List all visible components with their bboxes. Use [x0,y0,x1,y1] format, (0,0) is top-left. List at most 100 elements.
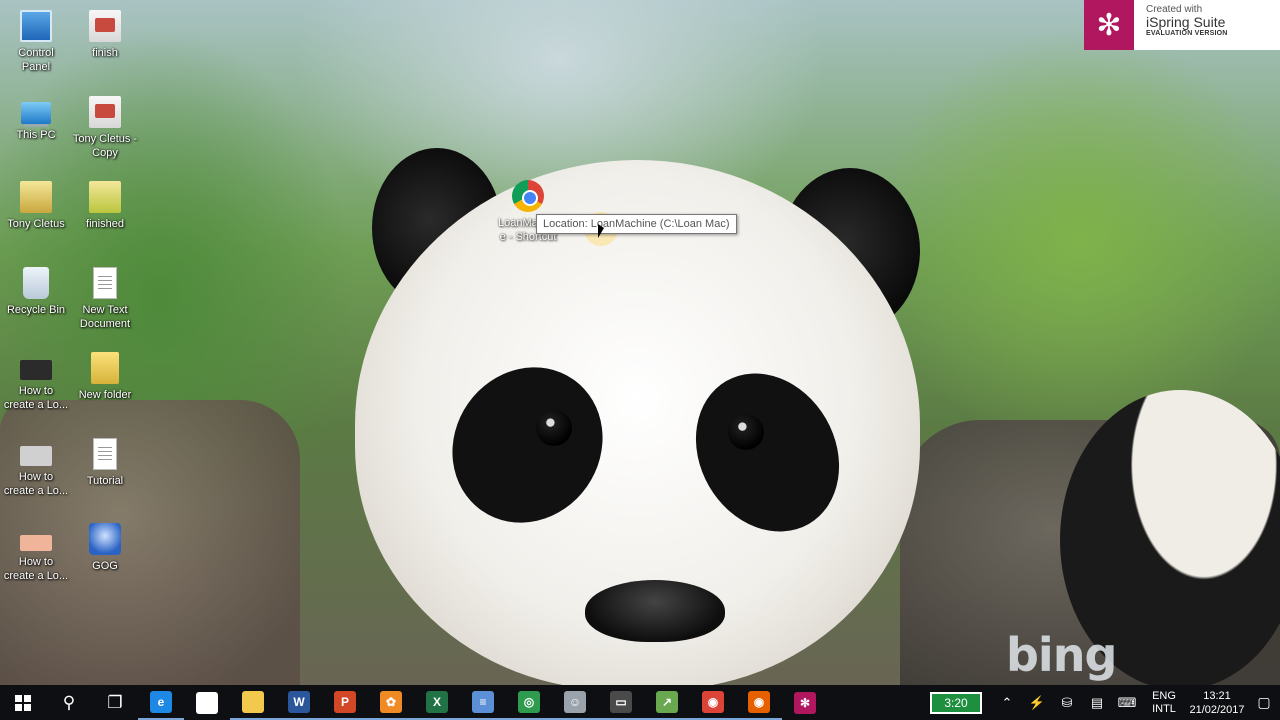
network-icon[interactable]: ⚡ [1022,695,1052,711]
taskbar-firefox-button[interactable]: ◉ [736,685,782,720]
desktop-icon-label: finish [92,47,118,59]
desktop-icon-label: This PC [16,128,56,141]
word-icon: W [288,690,310,713]
wallpaper-panda-nose [585,580,725,642]
desktop-icon-label: New Text Document [79,303,131,330]
taskbar-edge-button[interactable]: e [138,685,184,720]
desktop-icon-label: How to create a Lo... [3,470,69,497]
taskbar-app-orange-button[interactable]: ✿ [368,685,414,720]
taskbar-ispring-button[interactable]: ✻ [782,685,828,720]
desktop-icon-label: How to create a Lo... [3,556,69,582]
chrome-icon [512,180,544,212]
usb-icon[interactable]: ⛁ [1052,695,1082,711]
taskbar-chrome-button[interactable]: ◉ [690,685,736,720]
desktop-icon-label: GOG [92,560,118,572]
notifications-icon[interactable]: ▢ [1248,694,1280,711]
desktop-icon[interactable]: Tutorial [69,437,141,488]
recycle-bin-icon [23,266,49,299]
search-icon: ⚲ [62,692,76,712]
ispring-icon: ✻ [794,691,816,714]
document-app-icon: ≡ [472,690,494,713]
task-view-icon: ❐ [107,692,123,712]
video-file-icon [20,360,52,380]
taskbar-file-explorer-button[interactable] [230,685,276,720]
orange-app-icon: ✿ [380,690,402,713]
wallpaper-panda-eye [536,410,572,446]
taskbar-app-window-button[interactable]: ▭ [598,685,644,720]
control-panel-icon [20,10,52,42]
taskbar-start-button[interactable] [0,685,46,720]
desktop-icon-label: Control Panel [18,47,54,73]
desktop-icon[interactable]: How to create a Lo... [0,523,72,583]
desktop-icon-label: Tutorial [86,474,124,487]
folder-icon [242,690,264,713]
folder-icon [91,352,119,384]
clock[interactable]: 13:21 21/02/2017 [1186,689,1248,717]
desktop-icon[interactable]: Recycle Bin [0,266,72,317]
taskbar-search-button[interactable]: ⚲ [46,685,92,720]
desktop-icon[interactable]: finish [69,10,141,60]
robot-icon: ☺ [564,690,586,713]
video-file-icon [20,535,52,551]
clock-time: 13:21 [1203,689,1231,702]
message-icon[interactable]: ▤ [1082,695,1112,711]
image-file-icon [89,95,121,128]
watermark-line2: iSpring Suite [1146,14,1226,30]
desktop-icon-loanmachine-shortcut[interactable]: LoanMachin e - Shortcut [492,180,564,244]
desktop-icon[interactable]: How to create a Lo... [0,438,72,498]
desktop-icon[interactable]: Tony Cletus [0,181,72,231]
desktop-icon-label: New folder [78,389,132,401]
keyboard-icon[interactable]: ⌨ [1112,695,1142,711]
system-tray: 3:20 ⌃ ⚡ ⛁ ▤ ⌨ ENG INTL 13:21 21/02/2017… [930,685,1280,720]
taskbar-app-doc-button[interactable]: ≡ [460,685,506,720]
text-document-icon [93,266,117,299]
store-icon: 🛍 [196,691,218,714]
chevron-up-icon[interactable]: ⌃ [992,695,1022,711]
ispring-logo-icon: ✻ [1084,0,1134,50]
taskbar: ⚲ ❐ e 🛍 W P ✿ X ≡ ◎ ☺ ▭ ↗ ◉ ◉ ✻ 3:20 ⌃ ⚡ ⛁ ▤ ⌨ ENG INTL… [0,685,1280,720]
taskbar-app-green-circle-button[interactable]: ◎ [506,685,552,720]
chrome-icon: ◉ [702,690,724,713]
battery-indicator[interactable]: 3:20 [930,691,982,714]
bing-logo: bing [1006,628,1117,682]
desktop-icon[interactable]: New folder [69,352,141,402]
desktop-wallpaper: bing [0,0,1280,720]
desktop-icon[interactable]: finished [69,181,141,231]
desktop-icon[interactable]: Tony Cletus - Copy [69,95,141,160]
mouse-cursor-icon [598,224,604,238]
desktop-icon-label: Tony Cletus - Copy [72,132,138,159]
taskbar-store-button[interactable]: 🛍 [184,685,230,720]
taskbar-app-robot-button[interactable]: ☺ [552,685,598,720]
gog-icon [89,523,121,555]
taskbar-task-view-button[interactable]: ❐ [92,685,138,720]
desktop-icon[interactable]: This PC [0,96,72,142]
image-file-icon [89,10,121,42]
edge-icon: e [150,690,172,713]
desktop-icon-label: Recycle Bin [6,303,66,316]
video-file-icon [20,445,52,466]
green-circle-icon: ◎ [518,690,540,713]
this-pc-icon [21,101,51,124]
text-document-icon [93,437,117,470]
desktop-icon-label: Tony Cletus [7,218,65,230]
archive-icon [20,181,52,213]
language-layout: INTL [1152,702,1176,715]
taskbar-powerpoint-button[interactable]: P [322,685,368,720]
desktop-icon-label: How to create a Lo... [3,385,69,411]
ispring-watermark: ✻ Created with iSpring Suite EVALUATION … [1084,0,1280,50]
language-indicator[interactable]: ENG INTL [1142,690,1186,716]
language-code: ENG [1152,689,1176,702]
windows-logo-icon [15,694,31,711]
chart-app-icon: ↗ [656,690,678,713]
desktop-icon[interactable]: GOG [69,523,141,573]
desktop-icon[interactable]: Control Panel [0,10,72,74]
location-tooltip: Location: LoanMachine (C:\Loan Mac) [536,214,737,234]
desktop-icon[interactable]: New Text Document [69,266,141,331]
taskbar-app-chart-button[interactable]: ↗ [644,685,690,720]
firefox-icon: ◉ [748,690,770,713]
watermark-line3: EVALUATION VERSION [1146,30,1228,38]
taskbar-word-button[interactable]: W [276,685,322,720]
taskbar-excel-button[interactable]: X [414,685,460,720]
desktop-icon[interactable]: How to create a Lo... [0,352,72,412]
clock-date: 21/02/2017 [1189,703,1245,716]
